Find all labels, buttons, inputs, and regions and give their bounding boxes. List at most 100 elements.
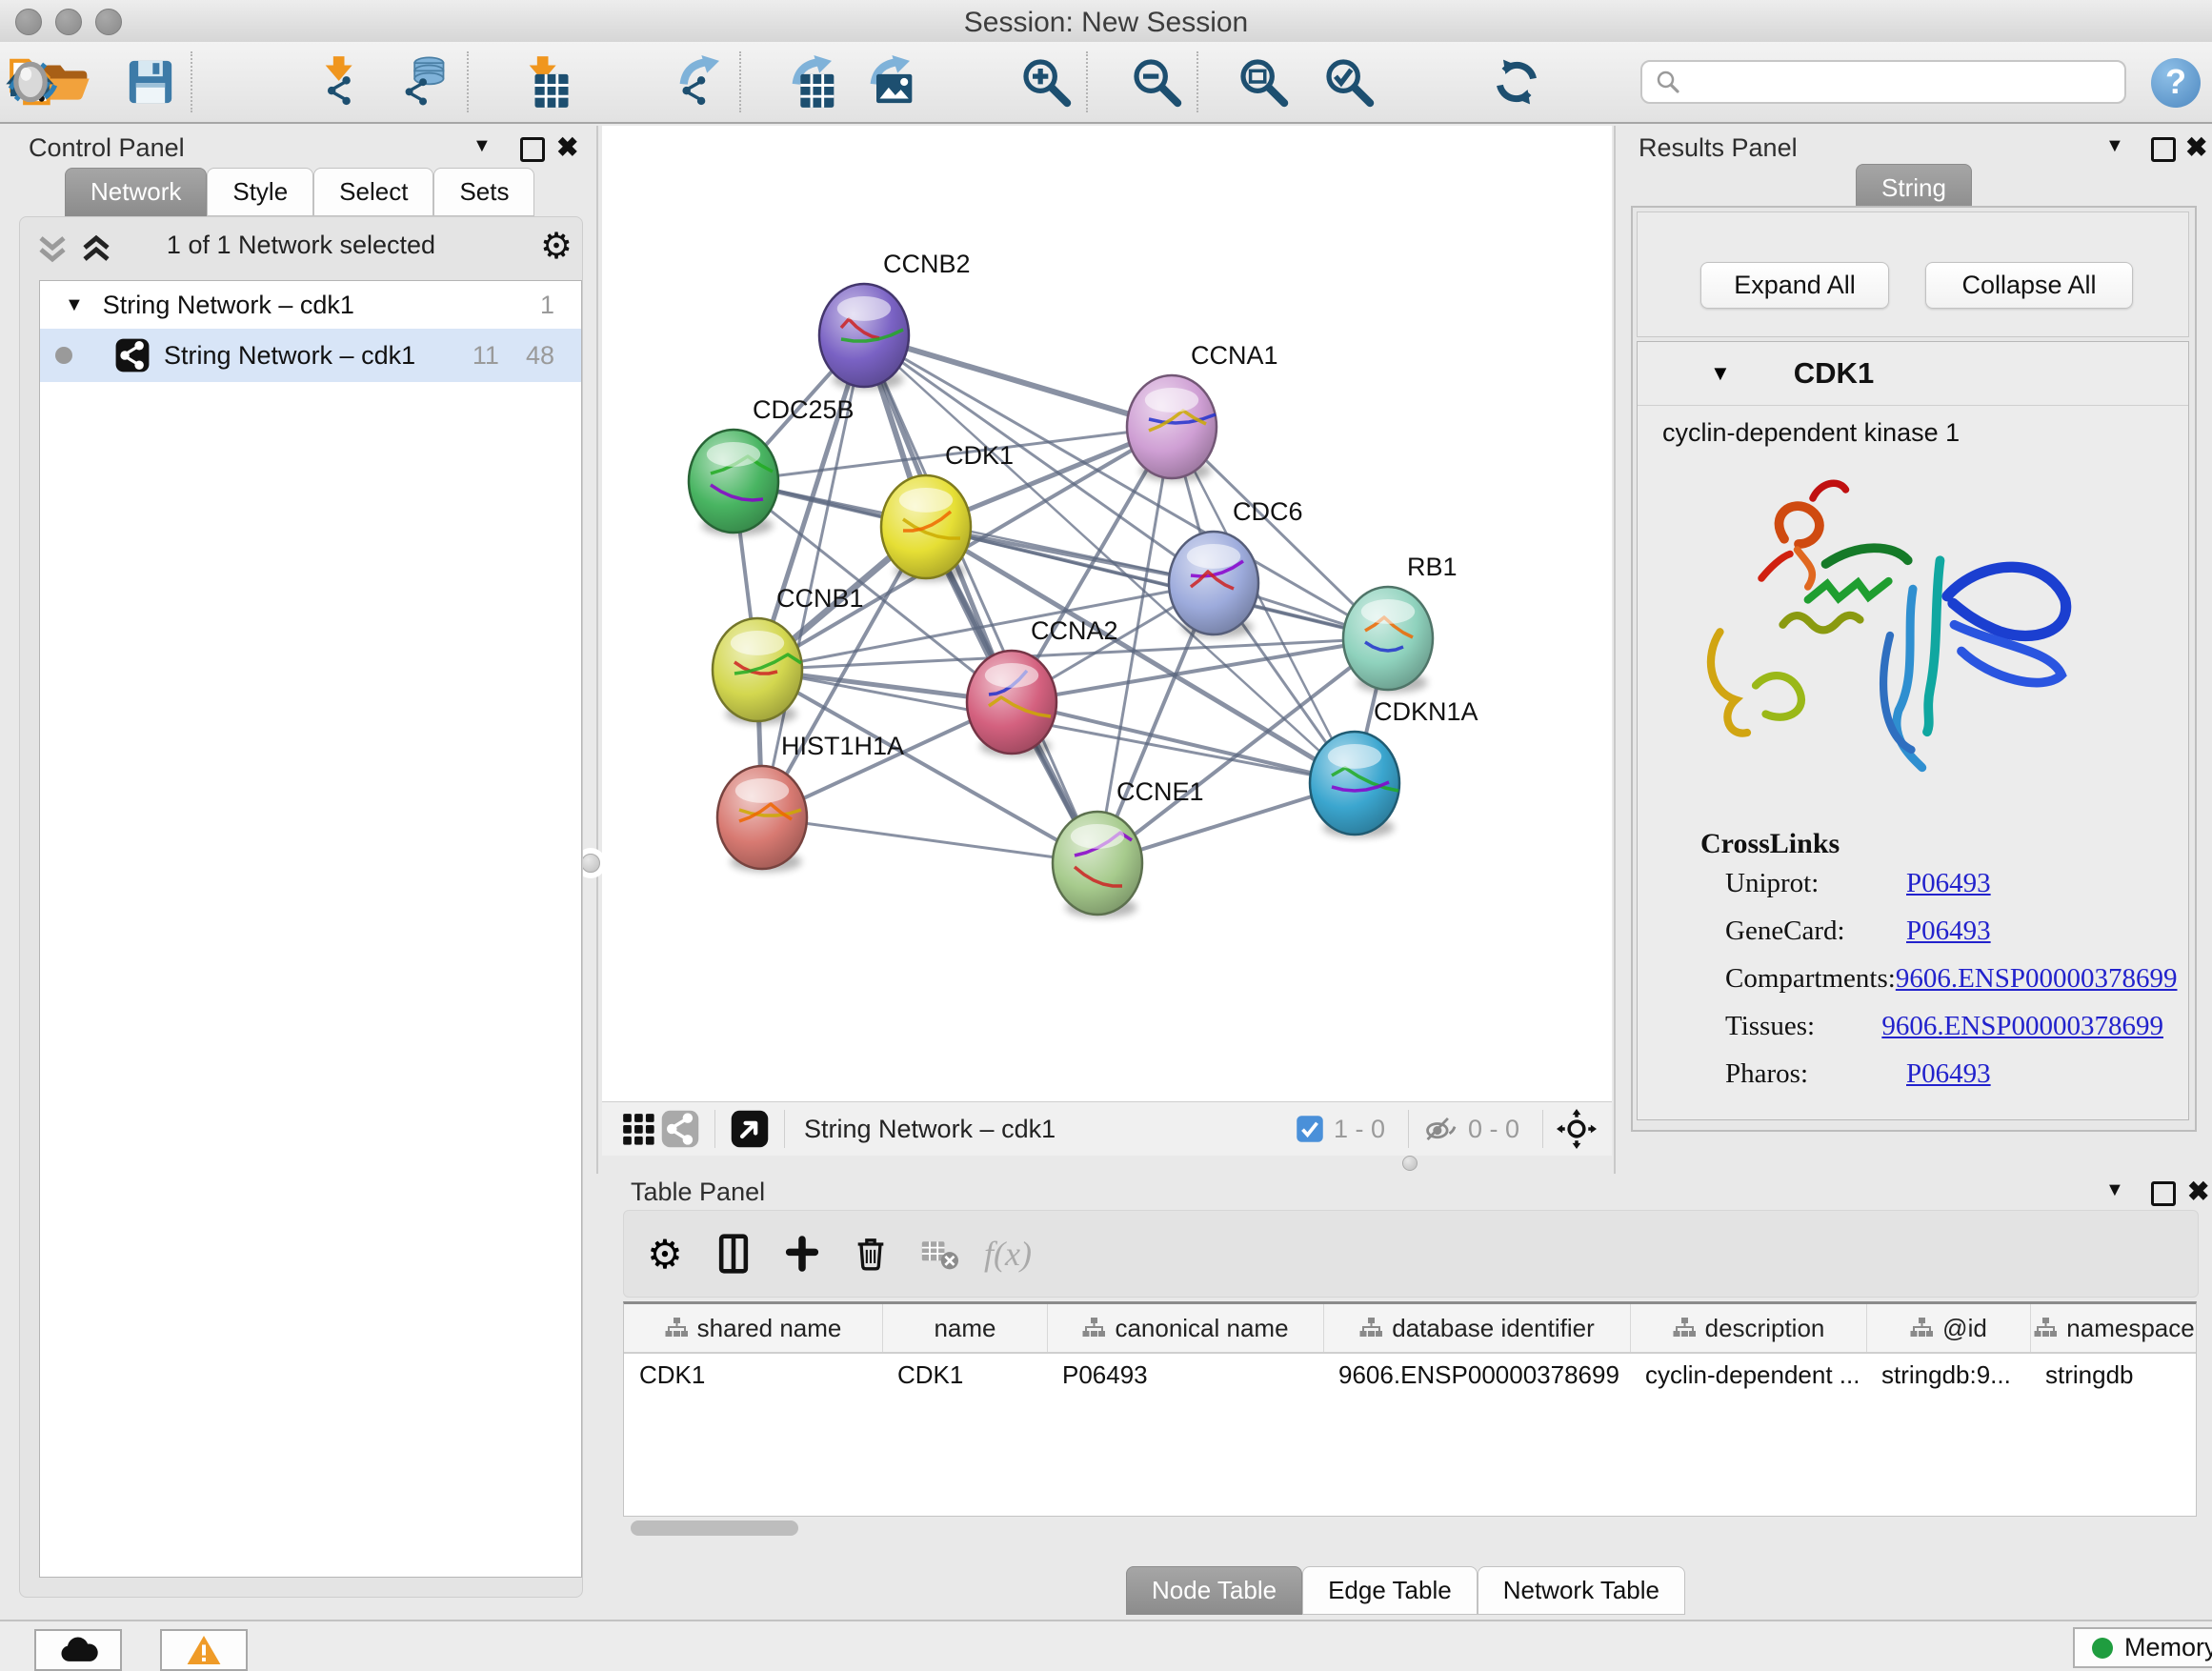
table-menu-icon[interactable]: ▼ xyxy=(2105,1179,2124,1201)
panel-close-icon[interactable]: ✖ xyxy=(556,131,578,163)
network-node[interactable]: CCNE1 xyxy=(1053,777,1204,917)
results-float-icon[interactable] xyxy=(2151,137,2176,162)
network-tree-row[interactable]: String Network – cdk11148 xyxy=(40,329,581,382)
table-cell: CDK1 xyxy=(882,1354,1047,1396)
delete-column-trash-icon[interactable] xyxy=(843,1226,898,1281)
function-builder-icon[interactable]: f(x) xyxy=(980,1226,1036,1281)
network-node[interactable]: HIST1H1A xyxy=(717,732,904,872)
create-column-icon[interactable] xyxy=(774,1226,830,1281)
network-node[interactable]: CDC25B xyxy=(689,395,855,535)
network-edge[interactable] xyxy=(864,335,1172,427)
zoom-fit-content-button[interactable] xyxy=(1233,53,1294,111)
|-button[interactable] xyxy=(227,53,288,111)
protein-ribbon-3d xyxy=(1676,464,2076,807)
fit-selected-crosshair-icon[interactable] xyxy=(1557,1109,1597,1149)
import-table-from-file-button[interactable] xyxy=(514,53,575,111)
column-header-namespace[interactable]: namespace xyxy=(2030,1304,2197,1352)
network-node[interactable]: CCNB2 xyxy=(819,250,971,390)
crosslink-link[interactable]: P06493 xyxy=(1906,868,1991,899)
save-session-button[interactable] xyxy=(120,53,181,111)
table-row[interactable]: CDK1CDK1P064939606.ENSP00000378699cyclin… xyxy=(624,1354,2196,1396)
column-header-databaseidentifier[interactable]: database identifier xyxy=(1323,1304,1630,1352)
import-network-from-database-button[interactable] xyxy=(396,53,457,111)
results-menu-icon[interactable]: ▼ xyxy=(2105,135,2124,157)
network-edge[interactable] xyxy=(864,335,1097,863)
network-node[interactable]: CDKN1A xyxy=(1310,697,1478,837)
column-header-canonicalname[interactable]: canonical name xyxy=(1047,1304,1323,1352)
tab-network-table[interactable]: Network Table xyxy=(1478,1566,1685,1615)
network-edge[interactable] xyxy=(762,817,1097,863)
search-box[interactable] xyxy=(1640,60,2126,104)
network-tree-row[interactable]: ▼String Network – cdk11 xyxy=(40,281,581,329)
delete-table-icon[interactable] xyxy=(912,1226,967,1281)
import-network-from-file-button[interactable] xyxy=(311,53,372,111)
table-settings-gear-icon[interactable]: ⚙ xyxy=(637,1226,693,1281)
collapse-entry-icon[interactable]: ▼ xyxy=(1710,361,1731,386)
export-table-button[interactable] xyxy=(781,53,842,111)
column-header-name[interactable]: name xyxy=(882,1304,1047,1352)
table-float-icon[interactable] xyxy=(2151,1181,2176,1206)
hidden-eye-icon[interactable] xyxy=(1422,1113,1458,1145)
tab-edge-table[interactable]: Edge Table xyxy=(1302,1566,1478,1615)
crosslink-link[interactable]: P06493 xyxy=(1906,1058,1991,1090)
refresh-view-button[interactable] xyxy=(1486,53,1547,111)
show-columns-icon[interactable] xyxy=(706,1226,761,1281)
gene-header-row[interactable]: ▼ CDK1 xyxy=(1638,342,2188,406)
network-options-gear-icon[interactable]: ⚙ xyxy=(540,225,573,268)
table-toolbar: ⚙ f(x) xyxy=(623,1210,2199,1298)
network-node[interactable]: CDK1 xyxy=(881,441,1014,581)
search-input[interactable] xyxy=(1692,67,2096,98)
tab-node-table[interactable]: Node Table xyxy=(1126,1566,1302,1615)
birdseye-view-icon[interactable] xyxy=(729,1108,771,1150)
zoom-out-button[interactable] xyxy=(1126,53,1187,111)
node-label: CDC25B xyxy=(753,395,855,424)
export-image-button[interactable] xyxy=(859,53,920,111)
node-label: CCNA2 xyxy=(1031,616,1118,645)
zoom-in-button[interactable] xyxy=(1016,53,1076,111)
network-canvas[interactable]: CCNB2CCNA1CDC25BCDK1CDC6RB1CCNB1CCNA2CDK… xyxy=(602,126,1612,1101)
tab-network[interactable]: Network xyxy=(65,168,207,216)
help-button[interactable]: ? xyxy=(2151,58,2201,108)
zoom-selected-button[interactable] xyxy=(1318,53,1379,111)
warning-button[interactable] xyxy=(160,1629,248,1671)
network-edge[interactable] xyxy=(1012,702,1355,783)
current-network-bullet xyxy=(55,347,72,364)
selected-checkbox-icon[interactable] xyxy=(1296,1115,1324,1143)
collapse-all-button[interactable]: Collapse All xyxy=(1925,262,2133,309)
results-close-icon[interactable]: ✖ xyxy=(2185,131,2207,163)
column-header-sharedname[interactable]: shared name xyxy=(624,1304,882,1352)
table-panel: Table Panel ▼ ✖ ⚙ f(x) shared namenameca… xyxy=(615,1174,2204,1618)
tab-select[interactable]: Select xyxy=(313,168,433,216)
|-button[interactable] xyxy=(593,53,654,111)
crosslink-link[interactable]: P06493 xyxy=(1906,916,1991,947)
right-splitter[interactable] xyxy=(1614,126,1616,1174)
left-splitter[interactable] xyxy=(596,126,598,1174)
tab-sets[interactable]: Sets xyxy=(433,168,534,216)
crosslink-label: Pharos: xyxy=(1725,1058,1906,1090)
show-hide-panel-button[interactable] xyxy=(0,53,61,111)
table-close-icon[interactable]: ✖ xyxy=(2187,1176,2209,1207)
panel-menu-icon[interactable]: ▼ xyxy=(473,135,492,157)
cloud-button[interactable] xyxy=(34,1629,122,1671)
table-cell: CDK1 xyxy=(624,1354,882,1396)
expand-all-button[interactable]: Expand All xyxy=(1700,262,1889,309)
column-header-description[interactable]: description xyxy=(1630,1304,1866,1352)
|-icon xyxy=(596,55,650,109)
tree-expander-icon[interactable]: ▼ xyxy=(65,294,84,316)
|-button[interactable] xyxy=(937,53,998,111)
column-header-id[interactable]: @id xyxy=(1866,1304,2030,1352)
crosslink-link[interactable]: 9606.ENSP00000378699 xyxy=(1896,963,2178,995)
network-share-icon[interactable] xyxy=(659,1108,701,1150)
network-graph[interactable]: CCNB2CCNA1CDC25BCDK1CDC6RB1CCNB1CCNA2CDK… xyxy=(602,126,1612,1101)
network-node[interactable]: CDC6 xyxy=(1169,497,1303,637)
|-button[interactable] xyxy=(1402,53,1463,111)
tab-style[interactable]: Style xyxy=(207,168,313,216)
memory-button[interactable]: Memory xyxy=(2073,1627,2212,1668)
export-network-button[interactable] xyxy=(669,53,730,111)
network-node[interactable]: RB1 xyxy=(1343,553,1458,693)
panel-float-icon[interactable] xyxy=(520,137,545,162)
network-node[interactable]: CCNA1 xyxy=(1127,341,1278,481)
grid-mode-icon[interactable] xyxy=(617,1108,659,1150)
table-horizontal-scrollbar[interactable] xyxy=(631,1520,798,1536)
crosslink-link[interactable]: 9606.ENSP00000378699 xyxy=(1881,1011,2163,1042)
